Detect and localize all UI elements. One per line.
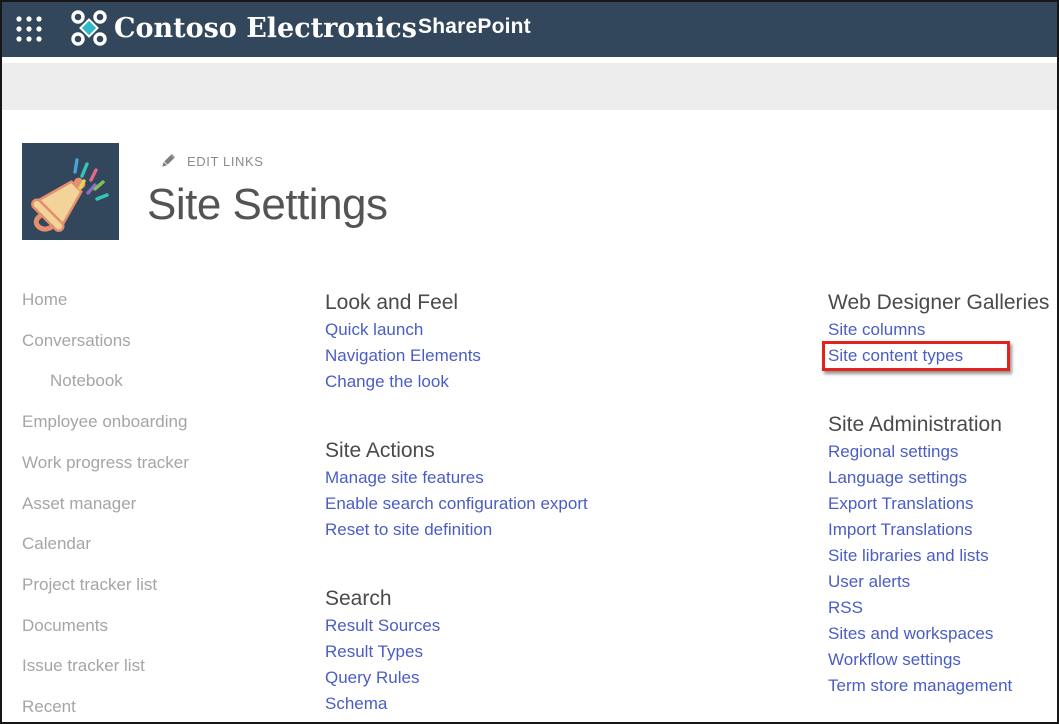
link-sites-and-workspaces[interactable]: Sites and workspaces [828, 621, 1058, 647]
section-site-administration: Site Administration Regional settings La… [828, 411, 1058, 699]
link-workflow-settings[interactable]: Workflow settings [828, 647, 1058, 673]
sidebar-item-calendar[interactable]: Calendar [22, 524, 307, 565]
edit-links-button[interactable]: EDIT LINKS [159, 153, 264, 170]
site-settings-page: Contoso Electronics SharePoint [0, 0, 1059, 724]
link-import-translations[interactable]: Import Translations [828, 517, 1058, 543]
sidebar-item-employee-onboarding[interactable]: Employee onboarding [22, 402, 307, 443]
link-navigation-elements[interactable]: Navigation Elements [325, 343, 815, 369]
sidebar-item-work-progress-tracker[interactable]: Work progress tracker [22, 443, 307, 484]
pencil-icon [159, 153, 176, 170]
sidebar-item-documents[interactable]: Documents [22, 606, 307, 647]
megaphone-confetti-icon [22, 143, 119, 240]
section-site-actions: Site Actions Manage site features Enable… [325, 437, 815, 543]
section-title: Web Designer Galleries [828, 289, 1058, 317]
page-title: Site Settings [147, 180, 388, 230]
link-schema[interactable]: Schema [325, 691, 815, 717]
sidebar-item-recent[interactable]: Recent [22, 687, 307, 724]
section-title: Site Administration [828, 411, 1058, 439]
link-query-rules[interactable]: Query Rules [325, 665, 815, 691]
section-search: Search Result Sources Result Types Query… [325, 585, 815, 717]
sidebar-item-conversations[interactable]: Conversations [22, 321, 307, 362]
link-result-types[interactable]: Result Types [325, 639, 815, 665]
brand-name: Contoso Electronics [114, 13, 417, 44]
drone-logo-icon [69, 8, 109, 48]
link-change-the-look[interactable]: Change the look [325, 369, 815, 395]
settings-column-middle: Look and Feel Quick launch Navigation El… [325, 289, 815, 724]
sharepoint-link[interactable]: SharePoint [418, 15, 531, 39]
section-title: Site Actions [325, 437, 815, 465]
waffle-icon[interactable] [14, 14, 44, 44]
section-title: Search [325, 585, 815, 613]
sidebar-item-notebook[interactable]: Notebook [22, 361, 307, 402]
section-look-and-feel: Look and Feel Quick launch Navigation El… [325, 289, 815, 395]
sidebar-item-home[interactable]: Home [22, 280, 307, 321]
section-title: Look and Feel [325, 289, 815, 317]
link-enable-search-configuration-export[interactable]: Enable search configuration export [325, 491, 815, 517]
section-web-designer-galleries: Web Designer Galleries Site columns Site… [828, 289, 1058, 369]
link-user-alerts[interactable]: User alerts [828, 569, 1058, 595]
link-regional-settings[interactable]: Regional settings [828, 439, 1058, 465]
link-site-content-types[interactable]: Site content types [828, 343, 1058, 369]
brand-link[interactable]: Contoso Electronics [69, 8, 417, 48]
site-logo[interactable] [22, 143, 119, 240]
quick-launch-nav: Home Conversations Notebook Employee onb… [22, 280, 307, 724]
link-reset-to-site-definition[interactable]: Reset to site definition [325, 517, 815, 543]
edit-links-label: EDIT LINKS [187, 154, 264, 169]
link-site-columns[interactable]: Site columns [828, 317, 1058, 343]
link-result-sources[interactable]: Result Sources [325, 613, 815, 639]
sidebar-item-issue-tracker-list[interactable]: Issue tracker list [22, 646, 307, 687]
settings-column-right: Web Designer Galleries Site columns Site… [828, 289, 1058, 724]
link-term-store-management[interactable]: Term store management [828, 673, 1058, 699]
link-export-translations[interactable]: Export Translations [828, 491, 1058, 517]
link-quick-launch[interactable]: Quick launch [325, 317, 815, 343]
sidebar-item-project-tracker-list[interactable]: Project tracker list [22, 565, 307, 606]
link-rss[interactable]: RSS [828, 595, 1058, 621]
link-site-libraries-and-lists[interactable]: Site libraries and lists [828, 543, 1058, 569]
sidebar-item-asset-manager[interactable]: Asset manager [22, 484, 307, 525]
ribbon-strip [2, 63, 1057, 110]
link-language-settings[interactable]: Language settings [828, 465, 1058, 491]
suite-bar: Contoso Electronics SharePoint [2, 2, 1057, 57]
link-manage-site-features[interactable]: Manage site features [325, 465, 815, 491]
